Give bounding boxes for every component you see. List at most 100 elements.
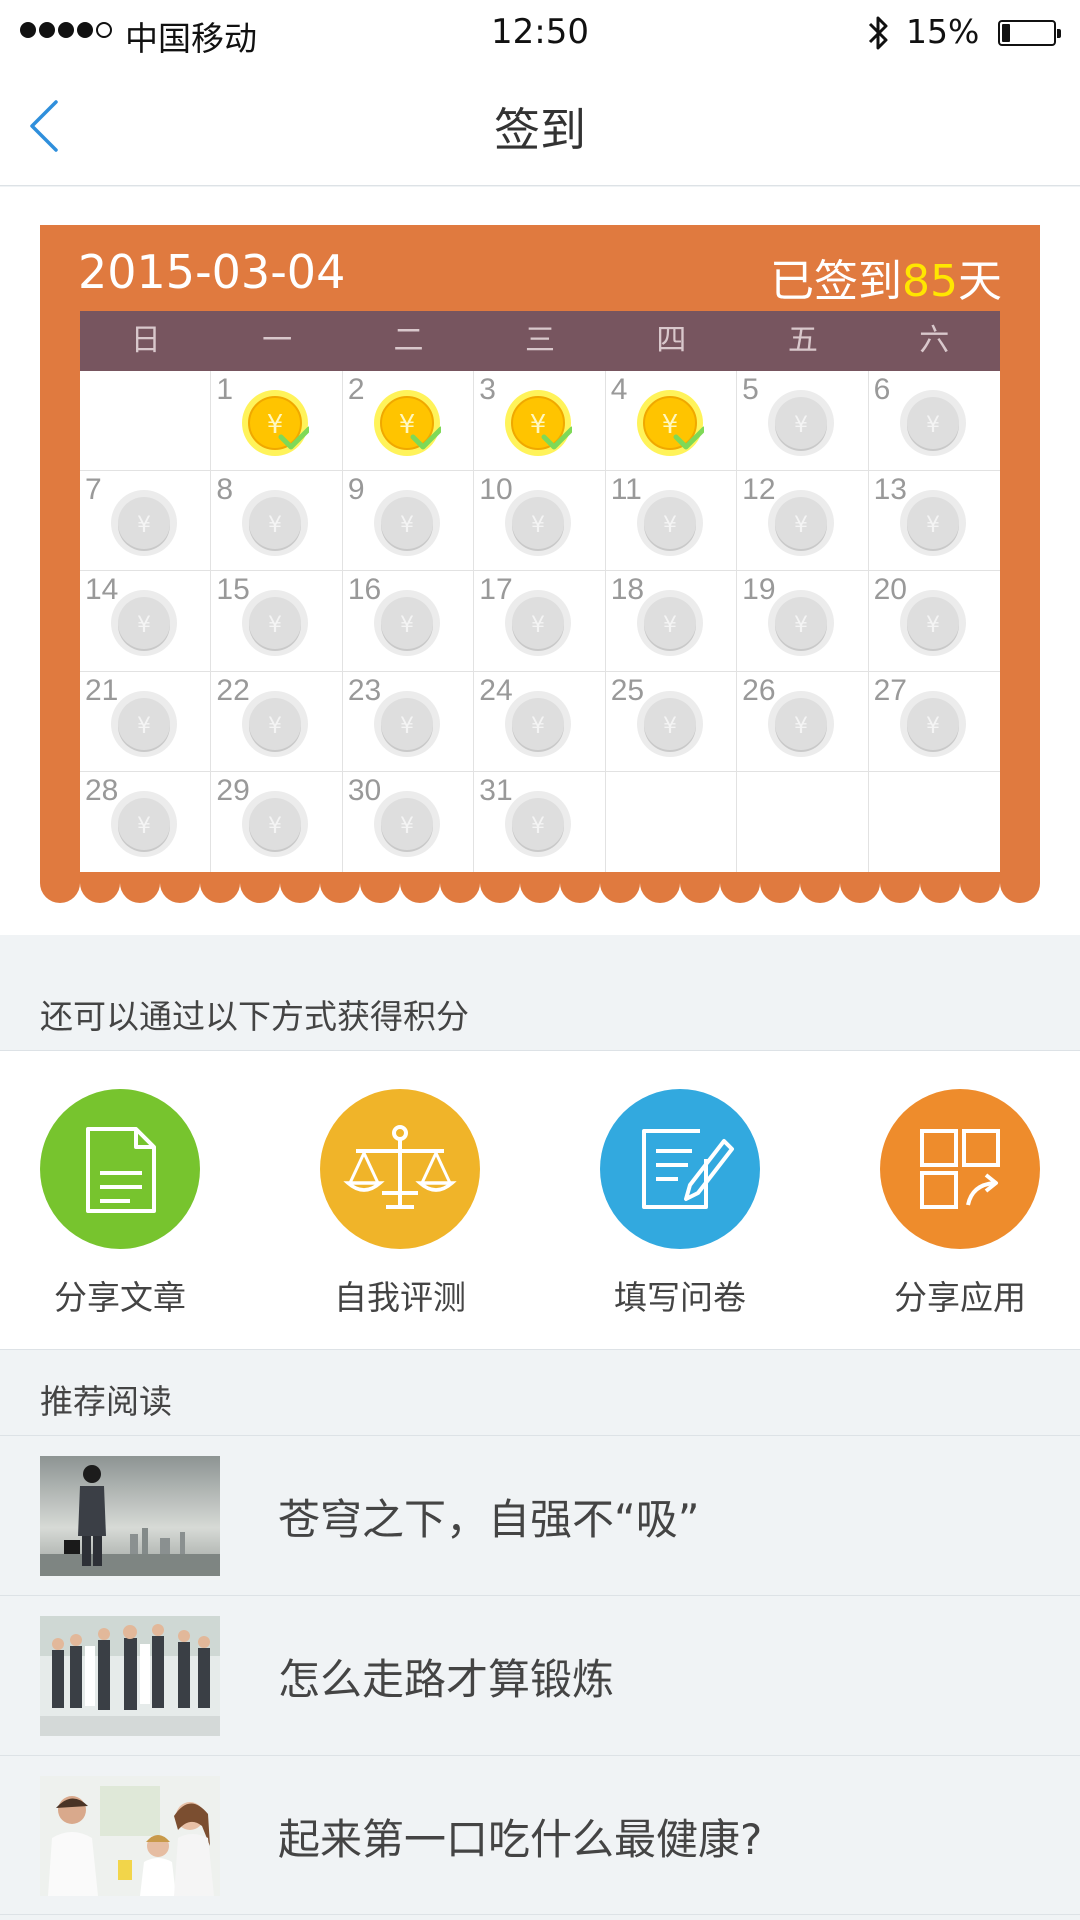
calendar-day-checked[interactable]: 1 ¥ bbox=[211, 371, 343, 472]
recommend-title: 苍穹之下，自强不“吸” bbox=[278, 1495, 700, 1544]
silver-coin-icon: ¥ bbox=[242, 790, 309, 857]
svg-text:¥: ¥ bbox=[268, 513, 282, 538]
svg-text:¥: ¥ bbox=[794, 714, 808, 739]
nav-bar: 签到 bbox=[0, 66, 1080, 186]
calendar-day[interactable]: 18 ¥ bbox=[605, 571, 738, 672]
recommend-item[interactable]: 怎么走路才算锻炼 bbox=[0, 1595, 1080, 1755]
calendar-day[interactable]: 27 ¥ bbox=[868, 672, 1000, 772]
earn-circle bbox=[600, 1089, 760, 1249]
recommend-title: 怎么走路才算锻炼 bbox=[278, 1655, 615, 1704]
svg-text:¥: ¥ bbox=[663, 513, 677, 538]
calendar-day[interactable]: 20 ¥ bbox=[868, 571, 1000, 672]
calendar-day[interactable]: 8 ¥ bbox=[211, 471, 343, 572]
calendar-day[interactable]: 11 ¥ bbox=[605, 471, 738, 572]
gold-coin-icon: ¥ bbox=[505, 390, 573, 456]
svg-text:¥: ¥ bbox=[400, 513, 414, 538]
svg-text:¥: ¥ bbox=[926, 513, 940, 538]
share-app-icon bbox=[920, 1129, 1000, 1209]
silver-coin-icon: ¥ bbox=[636, 590, 703, 657]
calendar-day[interactable]: 26 ¥ bbox=[737, 671, 869, 772]
calendar-day[interactable]: 23 ¥ bbox=[342, 671, 475, 772]
svg-text:¥: ¥ bbox=[663, 613, 677, 638]
gas-mask-businessman-image bbox=[40, 1456, 220, 1576]
svg-text:¥: ¥ bbox=[663, 714, 677, 739]
weekday-label: 四 bbox=[656, 323, 687, 358]
svg-text:¥: ¥ bbox=[268, 714, 282, 739]
silver-coin-icon: ¥ bbox=[768, 690, 835, 757]
calendar-day[interactable]: 17 ¥ bbox=[474, 571, 606, 672]
page-title: 签到 bbox=[494, 103, 586, 157]
silver-coin-icon: ¥ bbox=[373, 490, 440, 557]
silver-coin-icon: ¥ bbox=[899, 690, 966, 757]
day-number: 7 bbox=[85, 473, 102, 507]
calendar-day[interactable]: 30 ¥ bbox=[343, 771, 475, 872]
calendar-day[interactable]: 16 ¥ bbox=[342, 571, 475, 672]
recommend-item[interactable]: 起来第一口吃什么最健康? bbox=[0, 1755, 1080, 1915]
calendar-empty-cell bbox=[606, 771, 738, 872]
gold-coin-icon: ¥ bbox=[242, 390, 310, 456]
svg-text:¥: ¥ bbox=[400, 613, 414, 638]
calendar-day[interactable]: 21 ¥ bbox=[80, 671, 212, 772]
day-number: 2 bbox=[347, 373, 365, 406]
self-assessment-button[interactable]: 自我评测 bbox=[280, 1089, 520, 1319]
calendar-day[interactable]: 31 ¥ bbox=[474, 771, 606, 872]
day-number: 5 bbox=[742, 373, 759, 406]
share-app-button[interactable]: 分享应用 bbox=[840, 1089, 1080, 1319]
calendar-days: 1 ¥2 ¥3 ¥4 ¥5 ¥6 ¥7 ¥8 ¥9 ¥10 ¥11 ¥12 ¥13 ¥14 ¥15 ¥16 ¥1… bbox=[80, 371, 1000, 872]
battery-percent: 15% bbox=[906, 12, 980, 51]
calendar-day[interactable]: 10 ¥ bbox=[474, 471, 606, 572]
share-article-button[interactable]: 分享文章 bbox=[0, 1089, 240, 1319]
current-date: 2015-03-04 bbox=[78, 245, 346, 299]
calendar-day[interactable]: 22 ¥ bbox=[211, 671, 343, 772]
calendar-day[interactable]: 6 ¥ bbox=[868, 371, 1000, 472]
calendar-day[interactable]: 7 ¥ bbox=[80, 471, 212, 572]
silver-coin-icon: ¥ bbox=[636, 690, 703, 757]
earn-label-share-app: 分享应用 bbox=[894, 1278, 1026, 1317]
silver-coin-icon: ¥ bbox=[242, 590, 309, 657]
calendar-day-checked[interactable]: 2 ¥ bbox=[342, 371, 475, 472]
silver-coin-icon: ¥ bbox=[505, 590, 572, 657]
silver-coin-icon: ¥ bbox=[111, 790, 177, 857]
calendar-day[interactable]: 13 ¥ bbox=[868, 471, 1000, 572]
svg-text:¥: ¥ bbox=[926, 613, 940, 638]
svg-text:¥: ¥ bbox=[531, 613, 545, 638]
calendar-day[interactable]: 5 ¥ bbox=[737, 371, 869, 472]
calendar-day-checked[interactable]: 3 ¥ bbox=[474, 371, 606, 472]
svg-text:¥: ¥ bbox=[137, 513, 151, 538]
fill-survey-button[interactable]: 填写问卷 bbox=[560, 1089, 800, 1319]
recommend-list: 苍穹之下，自强不“吸” 怎么走路才算锻炼 起来第一口吃什么最健康? bbox=[0, 1435, 1080, 1915]
silver-coin-icon: ¥ bbox=[505, 690, 572, 757]
day-number: 9 bbox=[347, 473, 365, 507]
day-number: 4 bbox=[610, 373, 628, 406]
calendar-day[interactable]: 29 ¥ bbox=[211, 771, 343, 872]
svg-text:¥: ¥ bbox=[137, 714, 151, 739]
calendar-day-checked[interactable]: 4 ¥ bbox=[605, 371, 738, 472]
svg-text:¥: ¥ bbox=[794, 413, 808, 438]
calendar-day[interactable]: 15 ¥ bbox=[211, 571, 343, 672]
calendar-day[interactable]: 25 ¥ bbox=[605, 671, 738, 772]
earn-points-label: 还可以通过以下方式获得积分 bbox=[40, 997, 469, 1036]
silver-coin-icon: ¥ bbox=[768, 590, 835, 657]
day-number: 3 bbox=[479, 373, 496, 406]
svg-text:¥: ¥ bbox=[137, 613, 151, 638]
signed-suffix: 天 bbox=[958, 256, 1002, 307]
earn-circle bbox=[40, 1089, 200, 1249]
svg-text:¥: ¥ bbox=[794, 513, 808, 538]
earn-label-fill-survey: 填写问卷 bbox=[614, 1278, 746, 1317]
walking-people-image bbox=[40, 1616, 220, 1736]
weekday-label: 三 bbox=[524, 323, 555, 358]
silver-coin-icon: ¥ bbox=[242, 690, 309, 757]
earn-points-panel: 分享文章 自我评测 填写问卷 分享应用 bbox=[0, 1050, 1080, 1350]
silver-coin-icon: ¥ bbox=[768, 490, 835, 557]
scale-icon bbox=[343, 1125, 457, 1209]
calendar-day[interactable]: 28 ¥ bbox=[80, 771, 212, 872]
calendar-day[interactable]: 19 ¥ bbox=[737, 571, 869, 672]
calendar-day[interactable]: 9 ¥ bbox=[342, 471, 475, 572]
calendar-day[interactable]: 14 ¥ bbox=[80, 571, 212, 672]
weekday-label: 五 bbox=[787, 323, 818, 358]
calendar-day[interactable]: 24 ¥ bbox=[474, 671, 606, 772]
signed-days-count: 85 bbox=[902, 256, 958, 307]
calendar-grid: 日一二三四五六 1 ¥2 ¥3 ¥4 ¥5 ¥6 ¥7 ¥8 ¥9 ¥10 ¥11 ¥12 ¥13 ¥14… bbox=[80, 311, 1000, 872]
calendar-day[interactable]: 12 ¥ bbox=[737, 471, 869, 572]
recommend-item[interactable]: 苍穹之下，自强不“吸” bbox=[0, 1435, 1080, 1595]
